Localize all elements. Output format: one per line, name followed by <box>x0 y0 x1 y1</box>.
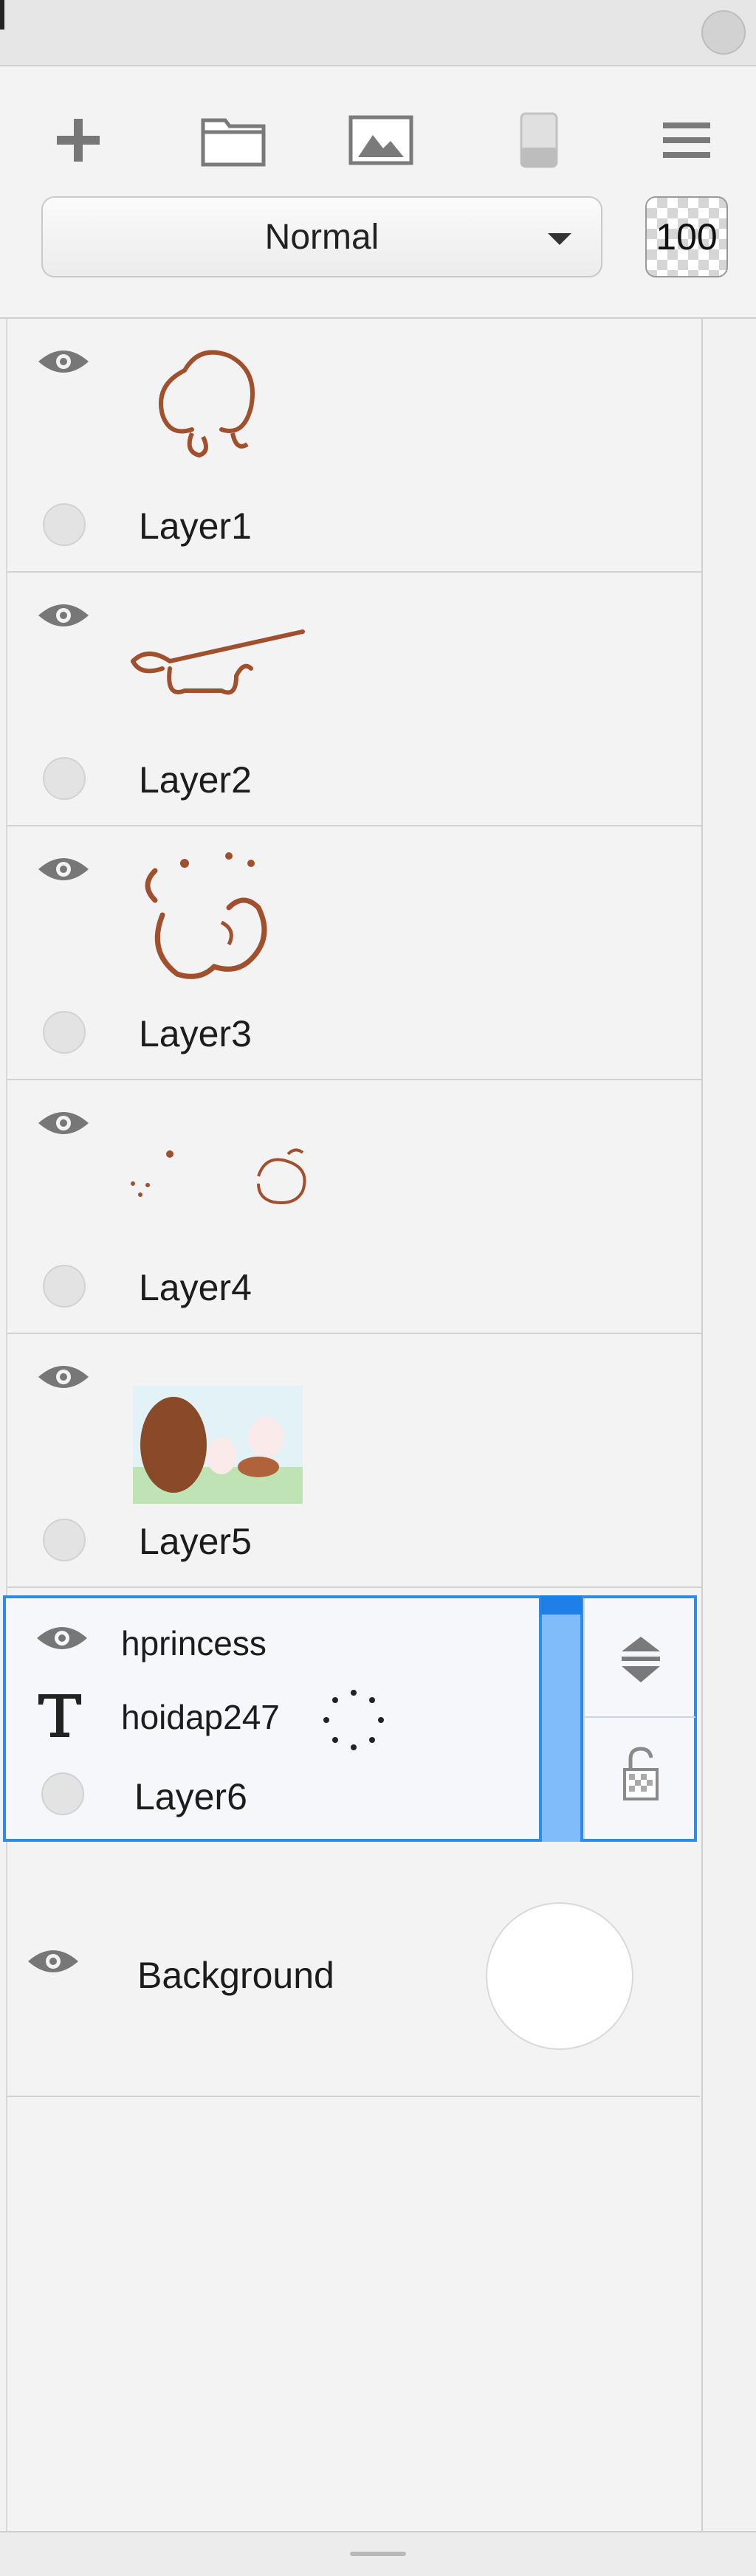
eye-icon[interactable] <box>37 854 90 884</box>
add-layer-button[interactable] <box>41 103 115 177</box>
eye-icon[interactable] <box>37 601 90 630</box>
layer-row[interactable]: Layer1 <box>7 319 701 573</box>
text-layer-line-2: hoidap247 <box>121 1698 280 1736</box>
text-type-icon <box>38 1694 81 1737</box>
layer-select-radio[interactable] <box>43 1519 86 1561</box>
eye-icon[interactable] <box>37 1108 90 1138</box>
window-edge <box>0 0 4 30</box>
image-icon <box>348 115 413 165</box>
eye-icon[interactable] <box>27 1947 80 1976</box>
eye-icon[interactable] <box>35 1623 89 1653</box>
add-image-button[interactable] <box>344 103 418 177</box>
layer-side-controls <box>583 1598 695 1839</box>
opacity-value: 100 <box>656 216 718 258</box>
title-bar <box>0 0 756 66</box>
layer-row[interactable]: Layer4 <box>7 1080 701 1334</box>
layer-select-radio[interactable] <box>43 503 86 546</box>
plus-icon <box>57 119 100 162</box>
folder-icon <box>201 118 266 167</box>
layer-name: Layer6 <box>134 1776 247 1817</box>
layer-thumbnail <box>131 1148 306 1204</box>
blend-mode-select[interactable]: Normal <box>41 196 602 277</box>
menu-icon <box>663 122 710 158</box>
layer-name: Layer4 <box>139 1267 252 1308</box>
side-divider <box>585 1716 695 1718</box>
eraser-icon <box>520 112 558 168</box>
eye-icon[interactable] <box>37 1362 90 1392</box>
layer-name: Layer1 <box>139 505 252 547</box>
layer-name: Layer5 <box>139 1521 252 1562</box>
bottom-resize-bar[interactable] <box>0 2531 756 2576</box>
eye-icon[interactable] <box>37 347 90 376</box>
active-layer-row[interactable]: hprincess hoidap247 Layer6 <box>3 1595 697 1842</box>
layer-select-radio[interactable] <box>43 757 86 800</box>
blend-mode-label: Normal <box>264 217 379 257</box>
layer-thumbnail <box>159 350 255 458</box>
layer-row[interactable]: Layer2 <box>7 573 701 826</box>
layers-toolbar: Normal 100 <box>0 66 756 319</box>
background-layer-row[interactable]: Background <box>6 1843 700 2097</box>
resize-grip-icon[interactable] <box>350 2552 406 2556</box>
layer-opacity-bar[interactable] <box>539 1595 583 1842</box>
layer-thumbnail <box>133 1386 303 1504</box>
layer-select-radio[interactable] <box>41 1772 84 1815</box>
layer-select-radio[interactable] <box>43 1011 86 1054</box>
layer-select-radio[interactable] <box>43 1265 86 1308</box>
chevron-down-icon <box>548 233 571 245</box>
layer-thumbnail <box>131 629 305 695</box>
eraser-button[interactable] <box>502 103 576 177</box>
reorder-icon[interactable] <box>617 1634 664 1685</box>
layer-name: Layer3 <box>139 1013 252 1054</box>
close-button[interactable] <box>701 10 746 55</box>
opacity-field[interactable]: 100 <box>645 196 728 277</box>
menu-button[interactable] <box>650 103 724 177</box>
layer-name: Layer2 <box>139 759 252 801</box>
unlock-icon[interactable] <box>620 1744 662 1803</box>
layer-opacity-handle[interactable] <box>540 1595 582 1615</box>
layer-row[interactable]: Layer3 <box>7 826 701 1080</box>
layer-thumbnail <box>145 852 267 979</box>
background-color-swatch[interactable] <box>486 1902 633 2050</box>
loading-spinner-icon <box>323 1690 384 1750</box>
scroll-gutter <box>701 319 703 2531</box>
text-layer-line-1: hprincess <box>121 1624 267 1662</box>
add-folder-button[interactable] <box>196 103 270 177</box>
layer-name: Background <box>137 1955 334 1996</box>
layers-list: Layer1 Layer2 Layer3 Layer4 Layer5 <box>6 319 701 2531</box>
layer-row[interactable]: Layer5 <box>7 1334 701 1588</box>
